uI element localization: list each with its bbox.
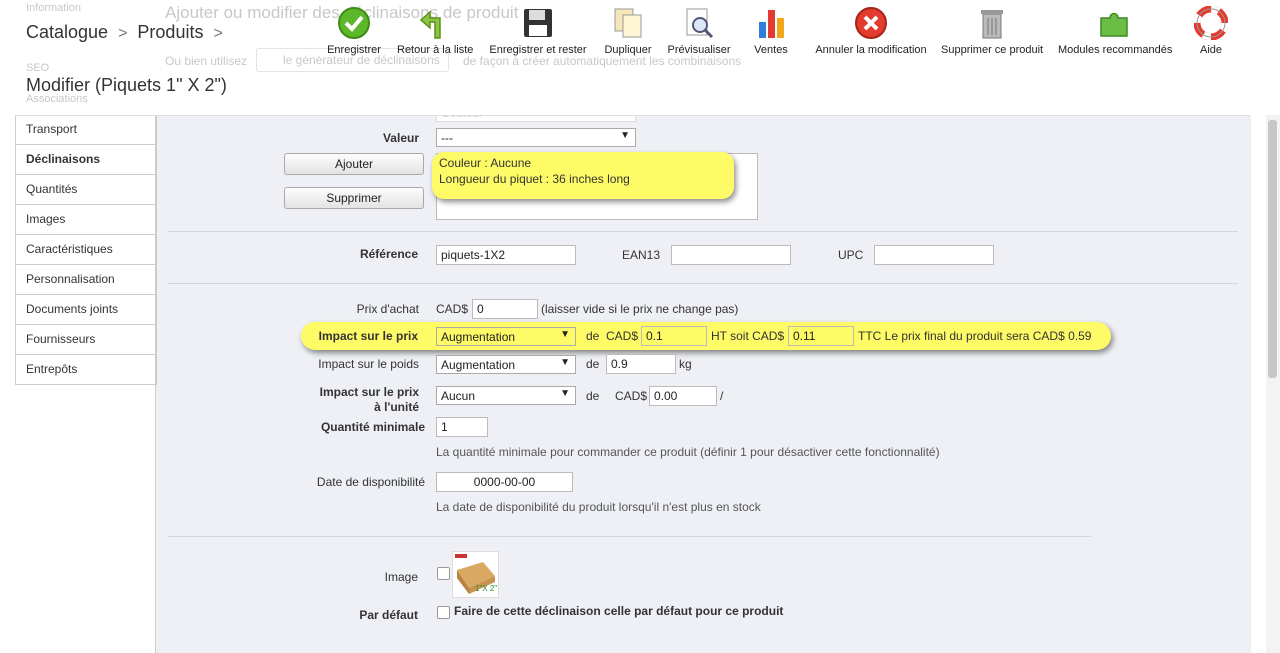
currency-label: CAD$ xyxy=(615,389,648,403)
currency-label: CAD$ xyxy=(436,302,469,316)
de-label: de xyxy=(586,329,600,343)
unit-price-impact-label: Impact sur le prix xyxy=(319,385,419,399)
chevron-down-icon: ▼ xyxy=(560,388,570,399)
purchase-price-help: (laisser vide si le prix ne change pas) xyxy=(541,302,739,316)
preview-icon xyxy=(682,6,716,40)
chevron-down-icon: ▼ xyxy=(560,329,570,340)
page-title: Modifier (Piquets 1" X 2") xyxy=(26,75,227,95)
reference-label: Référence xyxy=(359,247,418,261)
sidebar-item-quantites[interactable]: Quantités xyxy=(16,175,156,205)
combination-line-color[interactable]: Couleur : Aucune xyxy=(439,156,531,170)
divider xyxy=(168,283,1238,284)
ghost-tab-seo: SEO xyxy=(26,62,50,74)
back-to-list-button[interactable]: Retour à la liste xyxy=(397,6,473,56)
price-impact-label: Impact sur le prix xyxy=(318,329,418,343)
ttc-price-input[interactable] xyxy=(788,326,854,346)
sidebar-item-transport[interactable]: Transport xyxy=(16,115,156,145)
purchase-price-input[interactable] xyxy=(472,299,538,319)
save-and-stay-button[interactable]: Enregistrer et rester xyxy=(489,6,587,56)
price-impact-input[interactable] xyxy=(641,326,707,346)
thumbnail-caption: 1"X 2" xyxy=(475,584,498,593)
price-impact-select[interactable]: Augmentation ▼ xyxy=(436,327,576,346)
breadcrumb-produits[interactable]: Produits xyxy=(137,22,203,43)
weight-impact-input[interactable] xyxy=(606,354,676,374)
chevron-right-icon: > xyxy=(213,25,223,42)
floppy-icon xyxy=(521,6,555,40)
duplicate-icon xyxy=(611,6,645,40)
valeur-select[interactable]: --- ▼ xyxy=(436,128,636,147)
trash-icon xyxy=(975,6,1009,40)
upc-input[interactable] xyxy=(874,245,994,265)
weight-impact-select[interactable]: Augmentation ▼ xyxy=(436,355,576,374)
breadcrumb: Catalogue > Produits > xyxy=(26,22,233,43)
recommended-modules-button[interactable]: Modules recommandés xyxy=(1058,6,1172,56)
sidebar-item-documents[interactable]: Documents joints xyxy=(16,295,156,325)
min-qty-help: La quantité minimale pour commander ce p… xyxy=(436,445,940,459)
min-qty-label: Quantité minimale xyxy=(320,420,425,434)
save-button[interactable]: Enregistrer xyxy=(325,6,383,56)
default-checkbox[interactable] xyxy=(437,606,450,619)
de-label: de xyxy=(586,389,600,403)
cancel-modification-button[interactable]: Annuler la modification xyxy=(815,6,927,56)
delete-button[interactable]: Supprimer xyxy=(284,187,424,209)
sidebar-item-declinaisons[interactable]: Déclinaisons xyxy=(16,145,156,175)
image-checkbox[interactable] xyxy=(437,567,450,580)
sidebar-item-images[interactable]: Images xyxy=(16,205,156,235)
min-qty-input[interactable] xyxy=(436,417,488,437)
cancel-icon xyxy=(854,6,888,40)
back-arrow-icon xyxy=(418,6,452,40)
sidebar-item-entrepots[interactable]: Entrepôts xyxy=(16,355,156,385)
default-text: Faire de cette déclinaison celle par déf… xyxy=(454,604,784,618)
duplicate-button[interactable]: Dupliquer xyxy=(603,6,653,56)
valeur-label: Valeur xyxy=(382,131,419,145)
availability-date-label: Date de disponibilité xyxy=(316,475,425,489)
final-price-text: TTC Le prix final du produit sera CAD$ 0… xyxy=(858,329,1092,343)
availability-date-input[interactable] xyxy=(436,472,573,492)
reference-input[interactable] xyxy=(436,245,576,265)
divider xyxy=(168,536,1091,537)
sidebar-item-caracteristiques[interactable]: Caractéristiques xyxy=(16,235,156,265)
preview-button[interactable]: Prévisualiser xyxy=(667,6,731,56)
default-label: Par défaut xyxy=(359,608,418,622)
currency-label: CAD$ xyxy=(606,329,639,343)
puzzle-icon xyxy=(1097,6,1131,40)
ht-label: HT soit CAD$ xyxy=(711,329,785,343)
ghost-generator-text: de façon à créer automatiquement les com… xyxy=(463,54,742,68)
unit-price-impact-input[interactable] xyxy=(649,386,717,406)
upc-label: UPC xyxy=(838,248,864,262)
chevron-down-icon: ▼ xyxy=(560,357,570,368)
add-button[interactable]: Ajouter xyxy=(284,153,424,175)
weight-impact-label: Impact sur le poids xyxy=(318,357,419,371)
delete-product-button[interactable]: Supprimer ce produit xyxy=(941,6,1043,56)
de-label: de xyxy=(586,357,600,371)
ean13-label: EAN13 xyxy=(622,248,661,262)
sidebar-item-fournisseurs[interactable]: Fournisseurs xyxy=(16,325,156,355)
unit-price-impact-select[interactable]: Aucun ▼ xyxy=(436,386,576,405)
sidebar: Transport Déclinaisons Quantités Images … xyxy=(15,115,157,385)
ghost-or-use: Ou bien utilisez xyxy=(165,54,248,68)
image-label: Image xyxy=(384,570,418,584)
weight-unit: kg xyxy=(679,357,692,371)
unit-price-impact-label-2: à l'unité xyxy=(374,400,419,414)
lifebuoy-icon xyxy=(1193,5,1229,41)
scrollbar-thumb[interactable] xyxy=(1268,120,1277,378)
ean13-input[interactable] xyxy=(671,245,791,265)
purchase-price-label: Prix d'achat xyxy=(356,302,419,316)
unit-slash: / xyxy=(720,389,724,403)
ghost-tab-information: Information xyxy=(26,2,82,14)
combinations-panel: Attribut Couleur▼ Valeur ---▼ Ajouter Su… xyxy=(155,103,1251,653)
help-button[interactable]: Aide xyxy=(1193,5,1229,56)
chevron-down-icon: ▼ xyxy=(620,130,630,141)
sidebar-item-personnalisation[interactable]: Personnalisation xyxy=(16,265,156,295)
sales-button[interactable]: Ventes xyxy=(753,6,789,56)
chart-icon xyxy=(754,6,788,40)
availability-date-help: La date de disponibilité du produit lors… xyxy=(436,500,761,514)
divider xyxy=(168,231,1238,232)
breadcrumb-catalogue[interactable]: Catalogue xyxy=(26,22,108,43)
chevron-right-icon: > xyxy=(118,25,128,42)
page-header: Ajouter ou modifier des déclinaisons de … xyxy=(15,0,1250,116)
check-icon xyxy=(337,6,371,40)
product-thumbnail[interactable]: 1"X 2" xyxy=(452,551,499,598)
combination-line-length[interactable]: Longueur du piquet : 36 inches long xyxy=(439,172,630,186)
